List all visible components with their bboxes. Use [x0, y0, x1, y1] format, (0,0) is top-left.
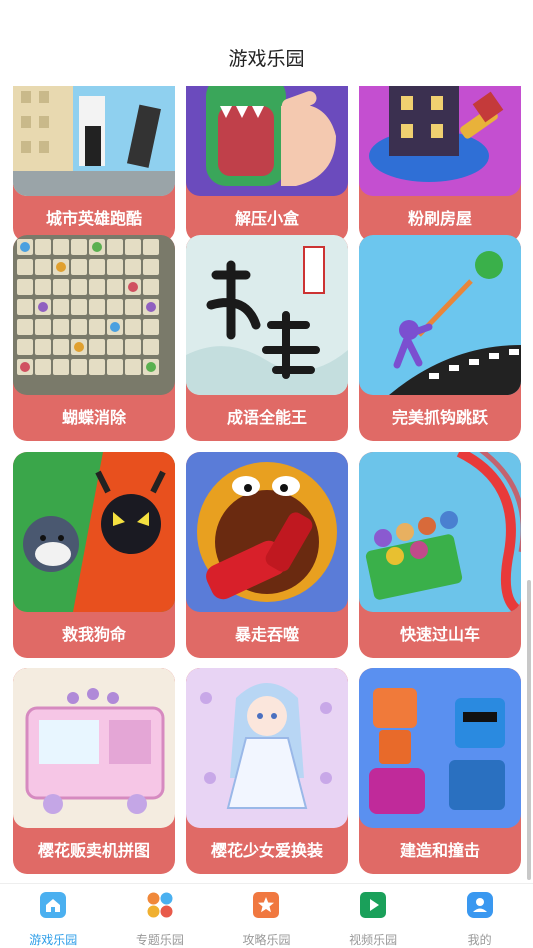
game-card-dressup[interactable]: 樱花少女爱换装: [186, 668, 348, 874]
game-card-idiom[interactable]: 成语全能王: [186, 235, 348, 441]
tab-label: 视频乐园: [349, 933, 398, 947]
game-card-coaster[interactable]: 快速过山车: [359, 452, 521, 658]
game-card-save-dog[interactable]: 救我狗命: [13, 452, 175, 658]
girl-dressup-icon: [186, 668, 348, 828]
game-title: 成语全能王: [226, 408, 307, 427]
tab-label: 专题乐园: [135, 933, 184, 947]
page-title: 游戏乐园: [228, 48, 305, 70]
game-title: 蝴蝶消除: [61, 408, 126, 427]
tab-game-park[interactable]: 游戏乐园: [0, 884, 107, 948]
vending-puzzle-icon: [13, 668, 175, 828]
game-grid[interactable]: 城市英雄跑酷 解压小盒 粉刷房屋 蝴蝶消除 成语全能王 完美抓钩跳跃 救我狗命 …: [0, 86, 533, 883]
game-card-city-hero[interactable]: 城市英雄跑酷: [13, 86, 175, 242]
tab-label: 我的: [467, 933, 492, 947]
idiom-master-icon: [186, 235, 348, 395]
tab-label: 攻略乐园: [242, 933, 291, 947]
game-title: 樱花贩卖机拼图: [37, 841, 150, 860]
tab-video-park[interactable]: 视频乐园: [320, 884, 427, 948]
play-icon: [360, 892, 387, 918]
game-card-grapple[interactable]: 完美抓钩跳跃: [359, 235, 521, 441]
tab-label: 游戏乐园: [29, 933, 78, 947]
game-title: 救我狗命: [61, 625, 126, 644]
paint-house-icon: [359, 86, 521, 196]
scrollbar[interactable]: [527, 580, 531, 880]
stress-relief-box-icon: [186, 86, 348, 196]
game-card-build-crash[interactable]: 建造和撞击: [359, 668, 521, 874]
save-dog-icon: [13, 452, 175, 612]
game-card-vending[interactable]: 樱花贩卖机拼图: [13, 668, 175, 874]
star-icon: [253, 892, 280, 918]
header: 游戏乐园: [0, 0, 533, 86]
build-crash-icon: [359, 668, 521, 828]
roller-coaster-icon: [359, 452, 521, 612]
bottom-tab-bar: 游戏乐园 专题乐园 攻略乐园 视频乐园 我的: [0, 883, 533, 948]
game-card-devour[interactable]: 暴走吞噬: [186, 452, 348, 658]
game-title: 暴走吞噬: [234, 625, 299, 644]
game-title: 樱花少女爱换装: [210, 841, 323, 860]
game-card-butterfly[interactable]: 蝴蝶消除: [13, 235, 175, 441]
game-title: 完美抓钩跳跃: [391, 408, 488, 427]
tab-mine[interactable]: 我的: [426, 884, 533, 948]
grid-icon: [147, 892, 173, 918]
city-hero-parkour-icon: [13, 86, 175, 196]
grapple-jump-icon: [359, 235, 521, 395]
game-card-stress-box[interactable]: 解压小盒: [186, 86, 348, 242]
home-icon: [40, 892, 67, 918]
game-title: 建造和撞击: [399, 841, 480, 860]
user-icon: [466, 892, 493, 918]
game-title: 快速过山车: [399, 625, 480, 644]
game-card-paint-house[interactable]: 粉刷房屋: [359, 86, 521, 242]
tab-topic-park[interactable]: 专题乐园: [107, 884, 214, 948]
butterfly-match-icon: [13, 235, 175, 395]
rampage-devour-icon: [186, 452, 348, 612]
tab-guide-park[interactable]: 攻略乐园: [213, 884, 320, 948]
